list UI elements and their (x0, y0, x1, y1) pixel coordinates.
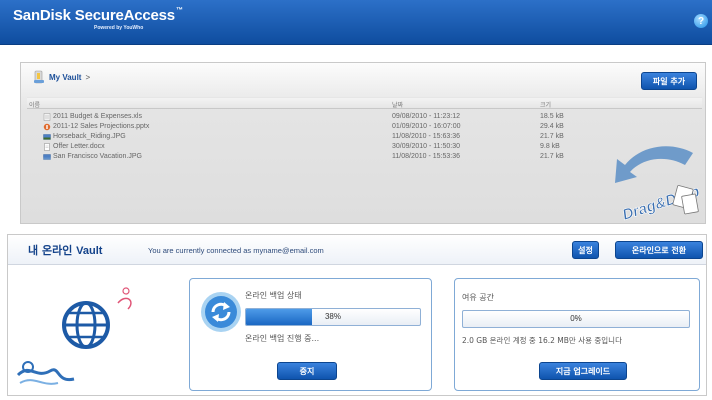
backup-status-label: 온라인 백업 상태 (245, 291, 302, 300)
file-table: 이름 날짜 크기 2011 Budget & Expenses.xls 09/0… (27, 97, 702, 162)
storage-usage-text: 2.0 GB 온라인 계정 중 16.2 MB만 사용 중입니다 (462, 336, 622, 345)
column-header-date[interactable]: 날짜 (392, 100, 403, 109)
breadcrumb-root[interactable]: My Vault (49, 73, 81, 82)
online-vault-title: 내 온라인 Vault (28, 242, 102, 258)
vault-folder-icon (34, 70, 44, 84)
image-file-icon (43, 134, 51, 140)
title-english: Vault (76, 245, 103, 257)
file-size: 9.8 kB (540, 143, 560, 150)
image-file-icon (43, 154, 51, 160)
free-space-label: 여유 공간 (462, 293, 494, 302)
file-size: 21.7 kB (540, 153, 564, 160)
file-date: 11/08/2010 - 15:63:36 (392, 133, 460, 140)
free-space-card: 여유 공간 0% 2.0 GB 온라인 계정 중 16.2 MB만 사용 중입니… (454, 278, 700, 391)
app-header: SanDisk SecureAccess™ Powered by YouWho … (0, 0, 712, 45)
backup-status-detail: 온라인 백업 진행 중... (245, 334, 320, 343)
file-name: 2011 Budget & Expenses.xls (53, 113, 142, 120)
file-size: 29.4 kB (540, 123, 564, 130)
connection-status: You are currently connected as myname@em… (148, 246, 324, 255)
add-file-button[interactable]: 파일 추가 (641, 72, 697, 90)
file-size: 18.5 kB (540, 113, 564, 120)
online-backup-card: 온라인 백업 상태 38% 온라인 백업 진행 중... 중지 (189, 278, 432, 391)
table-row[interactable]: 2011-12 Sales Projections.pptx 01/09/201… (27, 122, 702, 132)
spreadsheet-file-icon (43, 113, 51, 121)
sync-icon (201, 292, 241, 332)
file-date: 09/08/2010 - 11:23:12 (392, 113, 460, 120)
trademark-mark: ™ (175, 7, 183, 14)
vault-file-browser: My Vault > 파일 추가 이름 날짜 크기 2011 Budget & … (20, 62, 706, 224)
online-vault-panel: 내 온라인 Vault You are currently connected … (7, 234, 707, 396)
breadcrumb-separator: > (85, 72, 91, 82)
backup-progress-text: 38% (324, 312, 341, 321)
file-name: 2011-12 Sales Projections.pptx (53, 123, 150, 130)
presentation-file-icon (43, 123, 51, 131)
online-vault-header: 내 온라인 Vault You are currently connected … (8, 235, 706, 265)
table-row[interactable]: 2011 Budget & Expenses.xls 09/08/2010 - … (27, 112, 702, 122)
file-name: Horseback_Riding.JPG (53, 133, 126, 140)
file-date: 30/09/2010 - 11:50:30 (392, 143, 460, 150)
go-online-button[interactable]: 온라인으로 전환 (615, 241, 703, 259)
file-size: 21.7 kB (540, 133, 564, 140)
stop-backup-button[interactable]: 중지 (277, 362, 337, 380)
brand-name: SanDisk SecureAccess (13, 7, 175, 24)
free-space-progress-text: 0% (570, 314, 582, 323)
file-name: San Francisco Vacation.JPG (53, 153, 142, 160)
backup-progress-bar: 38% (245, 308, 421, 326)
free-space-progress-bar: 0% (462, 310, 690, 328)
document-file-icon (44, 143, 50, 151)
help-icon[interactable]: ? (694, 14, 708, 28)
column-header-size[interactable]: 크기 (540, 100, 551, 109)
globe-icon (16, 287, 132, 385)
drag-and-drop-icon: Drag&Drop (615, 146, 702, 223)
title-korean: 내 온라인 (28, 244, 73, 257)
settings-button[interactable]: 설정 (572, 241, 599, 259)
table-row[interactable]: Offer Letter.docx 30/09/2010 - 11:50:30 … (27, 142, 702, 152)
file-name: Offer Letter.docx (53, 143, 105, 150)
file-date: 01/09/2010 - 16:07:00 (392, 123, 461, 130)
table-row[interactable]: Horseback_Riding.JPG 11/08/2010 - 15:63:… (27, 132, 702, 142)
brand-logo: SanDisk SecureAccess™ (13, 7, 183, 24)
breadcrumb: My Vault > (33, 70, 90, 84)
table-row[interactable]: San Francisco Vacation.JPG 11/08/2010 - … (27, 152, 702, 162)
table-header: 이름 날짜 크기 (27, 97, 702, 109)
upgrade-button[interactable]: 지금 업그레이드 (539, 362, 627, 380)
column-header-name[interactable]: 이름 (29, 100, 40, 109)
powered-by-text: Powered by YouWho (94, 25, 144, 31)
file-date: 11/08/2010 - 15:53:36 (392, 153, 460, 160)
